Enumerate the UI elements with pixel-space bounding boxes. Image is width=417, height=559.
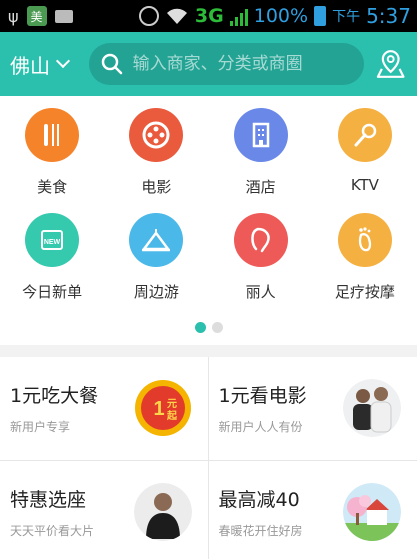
category-foot-massage[interactable]: 足疗按摩: [315, 213, 415, 302]
svg-text:元: 元: [167, 398, 177, 410]
film-reel-icon: [129, 108, 184, 162]
actor-image: [133, 483, 192, 541]
city-selector[interactable]: 佛山: [10, 50, 89, 79]
network-type: 3G: [194, 5, 224, 27]
category-hotel[interactable]: 酒店: [211, 108, 311, 197]
wifi-icon: [166, 8, 187, 24]
category-label: KTV: [350, 176, 379, 194]
search-icon: [101, 53, 122, 75]
search-input[interactable]: [132, 54, 352, 74]
category-label: 电影: [141, 178, 172, 196]
building-icon: [233, 108, 288, 162]
promo-grid: 1元吃大餐 新用户专享 1 元 起 1元看电影 新用户人人有份 特惠选座 天天平…: [0, 357, 417, 559]
category-ktv[interactable]: KTV: [315, 108, 415, 197]
svg-text:起: 起: [166, 409, 178, 422]
chevron-down-icon: [55, 53, 71, 69]
mail-icon: [54, 9, 73, 23]
category-beauty[interactable]: 丽人: [211, 213, 311, 302]
category-movie[interactable]: 电影: [106, 108, 206, 197]
page-dot[interactable]: [211, 322, 223, 333]
search-bar[interactable]: [88, 43, 364, 85]
city-label: 佛山: [10, 53, 50, 78]
promo-card[interactable]: 特惠选座 天天平价看大片: [0, 461, 209, 559]
footprint-icon: [337, 213, 392, 267]
promo-card[interactable]: 1元看电影 新用户人人有份: [208, 357, 417, 461]
house-blossom-image: [343, 483, 401, 541]
app-notification-icon: 美: [26, 6, 47, 26]
seal-badge-image: 1 元 起: [134, 380, 191, 436]
category-grid: 美食 电影 酒店 KTV NEW 今日新单 周边游 丽人 足疗按摩: [0, 96, 417, 345]
promo-card[interactable]: 1元吃大餐 新用户专享 1 元 起: [0, 357, 209, 461]
alarm-icon: [138, 6, 159, 26]
svg-text:1: 1: [153, 398, 164, 420]
category-label: 今日新单: [22, 283, 83, 301]
category-label: 足疗按摩: [334, 283, 395, 301]
fork-knife-icon: [25, 108, 80, 162]
category-label: 酒店: [245, 178, 276, 196]
microphone-icon: [337, 108, 392, 162]
category-food[interactable]: 美食: [2, 108, 102, 197]
svg-text:NEW: NEW: [44, 239, 61, 246]
category-nearby-trips[interactable]: 周边游: [106, 213, 206, 302]
new-badge-icon: NEW: [25, 213, 80, 267]
actors-image: [343, 379, 401, 437]
tent-icon: [129, 213, 184, 267]
page-indicator: [0, 318, 417, 339]
category-label: 美食: [37, 178, 68, 196]
clock: 5:37: [366, 4, 411, 28]
time-period: 下午: [332, 9, 361, 25]
battery-icon: [314, 6, 327, 26]
page-dot[interactable]: [194, 322, 206, 333]
woman-face-icon: [233, 213, 288, 267]
category-label: 周边游: [133, 283, 179, 301]
status-bar: ψ 美 3G 100% 下午 5:37: [0, 0, 417, 32]
category-label: 丽人: [245, 283, 276, 301]
battery-percent: 100%: [253, 5, 309, 27]
promo-card[interactable]: 最高减40 春暖花开住好房: [209, 461, 417, 559]
category-new-today[interactable]: NEW 今日新单: [2, 213, 102, 302]
location-pin-icon[interactable]: [374, 47, 407, 81]
usb-icon: ψ: [8, 6, 19, 26]
signal-icon: [229, 6, 248, 26]
app-header: 佛山: [0, 32, 417, 96]
